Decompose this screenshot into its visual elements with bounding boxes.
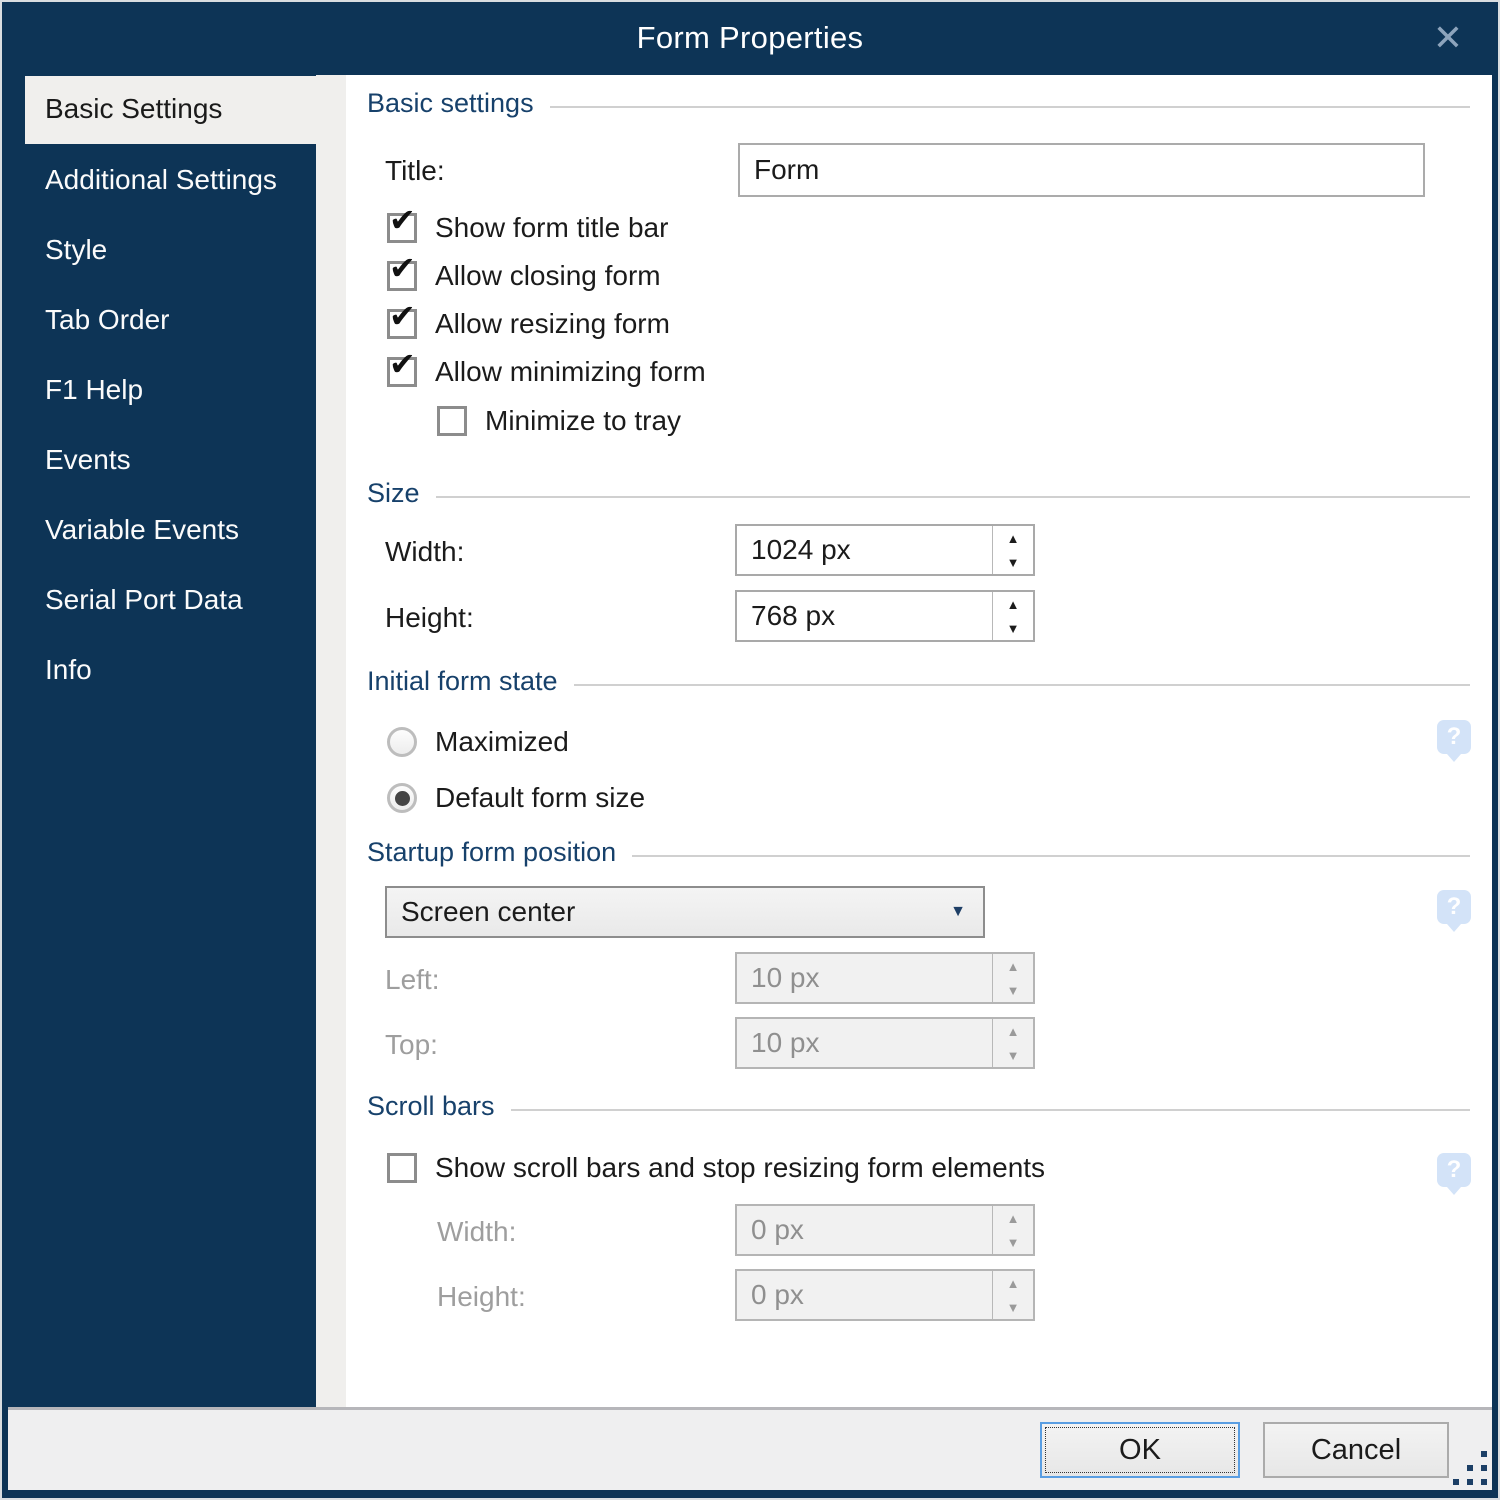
sidebar: Basic Settings Additional Settings Style… (8, 75, 316, 1407)
default-form-size-radio[interactable] (387, 783, 417, 813)
sidebar-item-style[interactable]: Style (8, 216, 316, 286)
heading-rule (435, 495, 1470, 498)
show-scroll-bars-checkbox[interactable]: ✔ (387, 1153, 417, 1183)
radio-row-maximized: Maximized (387, 726, 569, 758)
section-heading-scroll-bars: Scroll bars (367, 1091, 1470, 1122)
sidebar-item-additional-settings[interactable]: Additional Settings (8, 146, 316, 216)
ok-button-label: OK (1045, 1427, 1235, 1473)
close-icon[interactable]: ✕ (1422, 12, 1474, 64)
checkbox-row-show-scroll-bars: ✔ Show scroll bars and stop resizing for… (387, 1152, 1045, 1184)
radio-label: Maximized (435, 726, 569, 757)
settings-panel: Basic settings Title: Form ✔ Show form t… (346, 75, 1492, 1407)
checkbox-label: Allow minimizing form (435, 356, 706, 387)
check-icon: ✔ (389, 346, 416, 382)
scrollbar-height-spinner: 0 px ▲ ▼ (735, 1269, 1035, 1321)
chevron-down-icon: ▼ (950, 903, 966, 920)
width-label: Width: (385, 536, 465, 567)
checkbox-label: Allow resizing form (435, 308, 670, 339)
resize-grip-icon[interactable] (1445, 1443, 1489, 1487)
dialog-footer: OK Cancel (8, 1407, 1492, 1490)
heading-rule (510, 1108, 1470, 1111)
checkbox-label: Minimize to tray (485, 405, 682, 436)
allow-resizing-form-checkbox[interactable]: ✔ (387, 300, 417, 339)
form-properties-dialog: Form Properties ✕ Basic Settings Additio… (0, 0, 1500, 1500)
spinner-value: 0 px (751, 1214, 804, 1245)
radio-label: Default form size (435, 782, 646, 813)
sidebar-content-divider (316, 75, 346, 1407)
checkbox-row-show-form-title-bar: ✔ Show form title bar (387, 204, 669, 244)
show-form-title-bar-checkbox[interactable]: ✔ (387, 204, 417, 243)
checkbox-row-minimize-to-tray: ✔ Minimize to tray (437, 405, 681, 437)
spinner-value: 10 px (751, 1027, 820, 1058)
heading-rule (573, 683, 1470, 686)
checkbox-row-allow-closing-form: ✔ Allow closing form (387, 252, 661, 292)
section-heading-startup-form-position: Startup form position (367, 837, 1470, 868)
sidebar-item-variable-events[interactable]: Variable Events (8, 496, 316, 566)
help-icon[interactable]: ? (1437, 890, 1471, 932)
sidebar-item-tab-order[interactable]: Tab Order (8, 286, 316, 356)
spinner-down-icon: ▼ (1006, 1299, 1020, 1315)
checkbox-label: Show scroll bars and stop resizing form … (435, 1152, 1046, 1183)
check-icon: ✔ (389, 202, 416, 238)
left-label: Left: (385, 964, 440, 995)
form-width-spinner[interactable]: 1024 px ▲ ▼ (735, 524, 1035, 576)
spinner-up-icon[interactable]: ▲ (993, 526, 1033, 550)
sidebar-item-serial-port-data[interactable]: Serial Port Data (8, 566, 316, 636)
allow-minimizing-form-checkbox[interactable]: ✔ (387, 348, 417, 387)
spinner-up-icon[interactable]: ▲ (993, 592, 1033, 616)
spinner-value: 1024 px (751, 534, 851, 565)
checkbox-label: Allow closing form (435, 260, 661, 291)
spinner-up-icon: ▲ (1006, 1210, 1020, 1226)
spinner-down-icon: ▼ (1006, 1234, 1020, 1250)
dialog-title: Form Properties (636, 19, 864, 55)
spinner-up-icon: ▲ (1006, 1023, 1020, 1039)
height-label: Height: (385, 602, 474, 633)
help-icon[interactable]: ? (1437, 1153, 1471, 1195)
cancel-button[interactable]: Cancel (1263, 1422, 1449, 1478)
form-height-spinner[interactable]: 768 px ▲ ▼ (735, 590, 1035, 642)
ok-button[interactable]: OK (1040, 1422, 1240, 1478)
maximized-radio[interactable] (387, 727, 417, 757)
spinner-value: 768 px (751, 600, 836, 631)
radio-row-default-form-size: Default form size (387, 782, 645, 814)
check-icon: ✔ (389, 298, 416, 334)
spinner-down-icon[interactable]: ▼ (993, 550, 1033, 574)
spinner-value: 10 px (751, 962, 820, 993)
section-heading-basic-settings: Basic settings (367, 88, 1470, 119)
section-heading-initial-form-state: Initial form state (367, 666, 1470, 697)
spinner-up-icon: ▲ (1006, 1275, 1020, 1291)
section-heading-size: Size (367, 478, 1470, 509)
scrollbar-width-spinner: 0 px ▲ ▼ (735, 1204, 1035, 1256)
left-position-spinner: 10 px ▲ ▼ (735, 952, 1035, 1004)
scrollbar-height-label: Height: (437, 1281, 526, 1312)
spinner-value: 0 px (751, 1279, 804, 1310)
title-label: Title: (385, 155, 445, 186)
scrollbar-width-label: Width: (437, 1216, 517, 1247)
sidebar-item-info[interactable]: Info (8, 636, 316, 706)
sidebar-item-events[interactable]: Events (8, 426, 316, 496)
form-title-value: Form (754, 154, 820, 185)
dialog-body: Basic Settings Additional Settings Style… (8, 75, 1492, 1407)
sidebar-item-f1-help[interactable]: F1 Help (8, 356, 316, 426)
top-label: Top: (385, 1029, 438, 1060)
checkbox-row-allow-resizing-form: ✔ Allow resizing form (387, 300, 670, 340)
spinner-down-icon: ▼ (1006, 1047, 1020, 1063)
allow-closing-form-checkbox[interactable]: ✔ (387, 252, 417, 291)
dialog-titlebar[interactable]: Form Properties ✕ (8, 0, 1492, 75)
spinner-down-icon: ▼ (1006, 982, 1020, 998)
startup-position-dropdown[interactable]: Screen center ▼ (385, 886, 985, 938)
spinner-up-icon: ▲ (1006, 958, 1020, 974)
checkbox-label: Show form title bar (435, 212, 669, 243)
top-position-spinner: 10 px ▲ ▼ (735, 1017, 1035, 1069)
minimize-to-tray-checkbox[interactable]: ✔ (437, 406, 467, 436)
check-icon: ✔ (389, 250, 416, 286)
spinner-down-icon[interactable]: ▼ (993, 616, 1033, 640)
dropdown-value: Screen center (401, 896, 576, 927)
heading-rule (632, 854, 1470, 857)
heading-rule (549, 105, 1470, 108)
sidebar-item-basic-settings[interactable]: Basic Settings (25, 76, 316, 144)
checkbox-row-allow-minimizing-form: ✔ Allow minimizing form (387, 348, 706, 388)
help-icon[interactable]: ? (1437, 720, 1471, 762)
form-title-input[interactable]: Form (738, 143, 1425, 197)
